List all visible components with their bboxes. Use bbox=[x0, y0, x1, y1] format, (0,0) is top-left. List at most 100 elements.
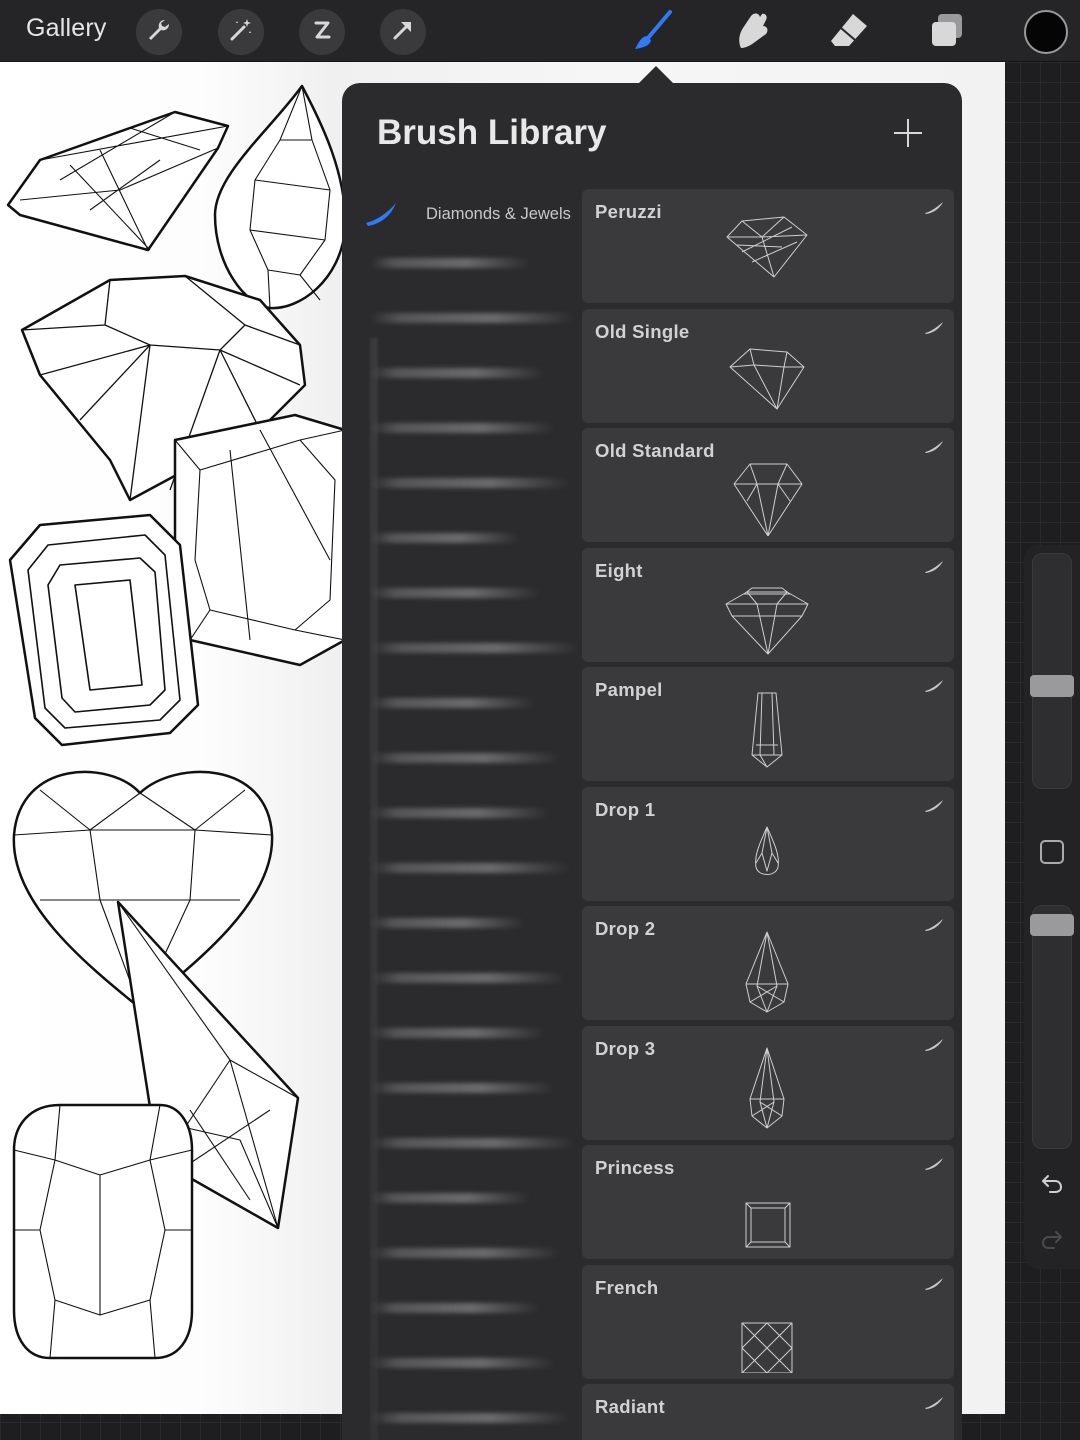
brush-set-stroke-preview[interactable] bbox=[370, 698, 535, 708]
redo-button[interactable] bbox=[1038, 1227, 1066, 1255]
brush-item-pampel[interactable]: Pampel bbox=[582, 667, 954, 781]
brush-stroke-icon bbox=[924, 799, 944, 813]
brush-name: Old Single bbox=[595, 320, 690, 342]
brush-stroke-icon bbox=[924, 1157, 944, 1171]
brush-name: French bbox=[595, 1276, 659, 1298]
brush-sets-list[interactable]: Diamonds & Jewels bbox=[342, 188, 582, 1440]
smudge-icon bbox=[729, 8, 773, 57]
brush-stroke-icon bbox=[924, 1396, 944, 1410]
brush-item-radiant[interactable]: Radiant bbox=[582, 1384, 954, 1440]
brush-set-stroke-preview[interactable] bbox=[370, 863, 570, 873]
selection-button[interactable] bbox=[299, 9, 345, 55]
brush-stroke-icon bbox=[924, 918, 944, 932]
undo-button[interactable] bbox=[1038, 1171, 1066, 1199]
brush-stroke-icon bbox=[924, 1277, 944, 1291]
brush-stroke-icon bbox=[924, 201, 944, 215]
brush-stroke-icon bbox=[924, 440, 944, 454]
brush-item-oldstandard[interactable]: Old Standard bbox=[582, 428, 954, 542]
opacity-knob[interactable] bbox=[1030, 913, 1074, 936]
brush-item-peruzzi[interactable]: Peruzzi bbox=[582, 189, 954, 303]
eraser-tool-button[interactable] bbox=[825, 8, 873, 56]
brush-set-stroke-preview[interactable] bbox=[370, 588, 540, 598]
brush-size-slider[interactable] bbox=[1032, 553, 1072, 789]
undo-icon bbox=[1040, 1171, 1064, 1200]
brush-set-stroke-preview[interactable] bbox=[370, 1138, 575, 1148]
brush-library-title: Brush Library bbox=[377, 113, 607, 152]
brush-stroke-preview bbox=[712, 805, 822, 895]
brush-set-stroke-preview[interactable] bbox=[370, 258, 530, 268]
brush-set-stroke-preview[interactable] bbox=[370, 753, 560, 763]
brush-set-name: Diamonds & Jewels bbox=[426, 204, 571, 223]
brush-stroke-preview bbox=[712, 685, 822, 775]
brush-set-diamonds-jewels[interactable]: Diamonds & Jewels bbox=[362, 196, 582, 232]
brush-set-stroke-preview[interactable] bbox=[370, 643, 580, 653]
brush-stroke-preview bbox=[712, 1283, 822, 1373]
brush-stroke-icon bbox=[924, 1038, 944, 1052]
color-picker-button[interactable] bbox=[1024, 10, 1068, 54]
brush-item-drop2[interactable]: Drop 2 bbox=[582, 906, 954, 1020]
brush-stroke-preview bbox=[712, 446, 822, 537]
brush-stroke-icon bbox=[924, 560, 944, 574]
brush-set-stroke-preview[interactable] bbox=[370, 423, 555, 433]
brush-set-stroke-preview[interactable] bbox=[370, 808, 550, 818]
wrench-icon bbox=[146, 17, 172, 48]
brush-name: Drop 1 bbox=[595, 798, 656, 820]
brush-set-stroke-preview[interactable] bbox=[370, 1358, 555, 1368]
brush-name: Pampel bbox=[595, 679, 663, 700]
brush-set-stroke-preview[interactable] bbox=[370, 918, 525, 928]
brush-library-panel: Brush Library Diamonds & Jewels Peruzzi O… bbox=[342, 83, 962, 1440]
brush-set-stroke-preview[interactable] bbox=[370, 1028, 545, 1038]
brush-item-french[interactable]: French bbox=[582, 1264, 954, 1379]
smudge-tool-button[interactable] bbox=[727, 8, 775, 56]
layers-button[interactable] bbox=[922, 8, 970, 56]
brush-set-stroke-preview[interactable] bbox=[370, 1413, 570, 1423]
brush-name: Drop 3 bbox=[595, 1037, 656, 1059]
brush-name: Eight bbox=[595, 559, 643, 581]
brush-set-stroke-preview[interactable] bbox=[370, 533, 520, 543]
brush-stroke-preview bbox=[712, 566, 822, 656]
actions-button[interactable] bbox=[136, 9, 182, 55]
brush-name: Princess bbox=[595, 1157, 675, 1178]
brush-set-stroke-preview[interactable] bbox=[370, 478, 570, 488]
brush-item-drop3[interactable]: Drop 3 bbox=[582, 1025, 954, 1140]
brush-size-knob[interactable] bbox=[1030, 674, 1074, 697]
brush-set-stroke-preview[interactable] bbox=[370, 368, 545, 378]
brush-item-oldsingle[interactable]: Old Single bbox=[582, 308, 954, 423]
brush-name: Peruzzi bbox=[595, 201, 662, 222]
top-toolbar: Gallery bbox=[0, 0, 1080, 62]
brush-set-stroke-preview[interactable] bbox=[370, 1193, 530, 1203]
transform-arrow-icon bbox=[390, 17, 416, 48]
selection-icon bbox=[309, 17, 335, 48]
brush-icon bbox=[632, 8, 676, 57]
brush-item-drop1[interactable]: Drop 1 bbox=[582, 786, 954, 901]
magic-wand-icon bbox=[228, 17, 254, 48]
brush-name: Old Standard bbox=[595, 440, 715, 461]
brush-set-stroke-preview[interactable] bbox=[370, 1083, 555, 1093]
brush-stroke-icon bbox=[924, 679, 944, 693]
layers-icon bbox=[924, 8, 968, 57]
add-brush-set-button[interactable] bbox=[892, 117, 924, 149]
brush-set-stroke-preview[interactable] bbox=[370, 1303, 540, 1313]
brush-stroke-preview bbox=[712, 1402, 822, 1440]
brush-stroke-preview bbox=[712, 207, 822, 297]
transform-button[interactable] bbox=[380, 9, 426, 55]
brush-item-eight[interactable]: Eight bbox=[582, 547, 954, 662]
brush-set-stroke-preview[interactable] bbox=[370, 1248, 560, 1258]
brush-stroke-preview bbox=[712, 1044, 822, 1134]
brush-stroke-icon bbox=[924, 321, 944, 335]
opacity-slider[interactable] bbox=[1032, 905, 1072, 1149]
popover-arrow bbox=[638, 66, 674, 84]
brush-set-stroke-preview[interactable] bbox=[370, 973, 565, 983]
brush-sets-scroll-edge bbox=[370, 338, 378, 1440]
redo-icon bbox=[1040, 1227, 1064, 1256]
sidebar-sliders bbox=[1024, 545, 1080, 1269]
brush-tool-button[interactable] bbox=[630, 8, 678, 56]
brush-set-stroke-preview[interactable] bbox=[370, 313, 575, 323]
brush-stroke-preview bbox=[712, 924, 822, 1014]
brush-name: Radiant bbox=[595, 1396, 665, 1417]
adjustments-button[interactable] bbox=[218, 9, 264, 55]
modify-button[interactable] bbox=[1040, 840, 1064, 864]
eraser-icon bbox=[827, 8, 871, 57]
gallery-button[interactable]: Gallery bbox=[26, 14, 107, 43]
brush-item-princess[interactable]: Princess bbox=[582, 1145, 954, 1259]
